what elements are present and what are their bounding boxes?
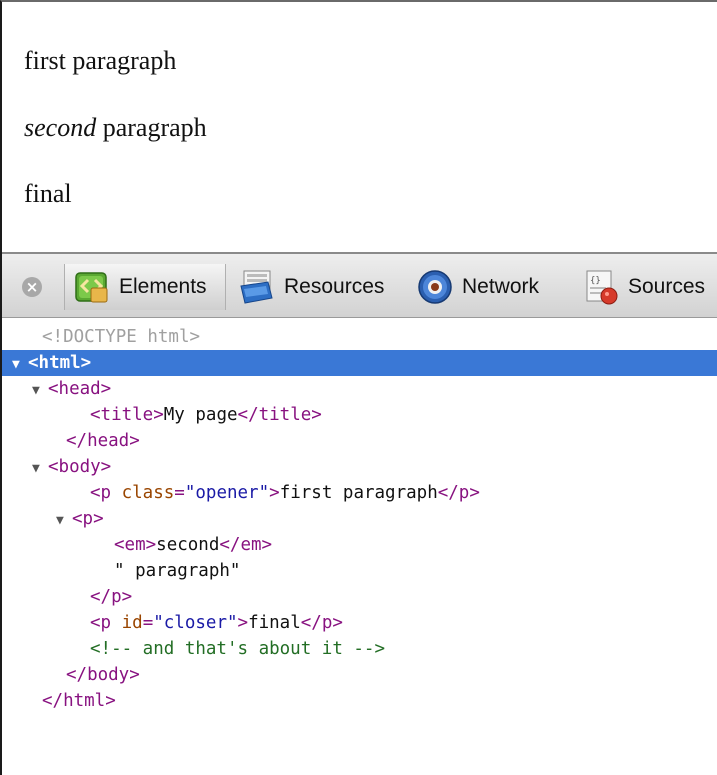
html-open-tag: <html> xyxy=(28,353,92,373)
tree-node-head[interactable]: ▼ <head> xyxy=(2,376,717,402)
tree-node-head-close[interactable]: </head> xyxy=(2,428,717,454)
body-close-tag: </body> xyxy=(66,665,140,685)
elements-icon xyxy=(73,268,111,306)
expand-triangle-icon[interactable]: ▼ xyxy=(56,508,72,534)
doctype-text: <!DOCTYPE html> xyxy=(42,327,201,347)
head-open-tag: <head> xyxy=(48,379,112,399)
tree-node-doctype[interactable]: <!DOCTYPE html> xyxy=(2,324,717,350)
attr-name: id xyxy=(121,613,143,633)
tab-sources[interactable]: {} Sources xyxy=(582,264,705,310)
title-text: My page xyxy=(163,405,238,425)
first-paragraph: first paragraph xyxy=(24,46,177,75)
body-open-tag: <body> xyxy=(48,457,112,477)
tree-node-body-close[interactable]: </body> xyxy=(2,662,717,688)
tree-node-comment[interactable]: <!-- and that's about it --> xyxy=(2,636,717,662)
p-open-tag: <p xyxy=(90,613,122,633)
second-paragraph-rest: paragraph xyxy=(96,113,207,142)
browser-window: first paragraph second paragraph final ×… xyxy=(0,0,717,775)
html-close-tag: </html> xyxy=(42,691,116,711)
expand-triangle-icon[interactable]: ▼ xyxy=(12,352,28,378)
second-paragraph: second paragraph xyxy=(24,113,207,143)
attr-equals: = xyxy=(142,613,154,633)
p-open-tag: <p> xyxy=(72,509,104,529)
tab-elements[interactable]: Elements xyxy=(64,264,226,310)
sources-icon: {} xyxy=(582,268,620,306)
p-open-tag: <p xyxy=(90,483,122,503)
network-icon xyxy=(416,268,454,306)
p-text: first paragraph xyxy=(279,483,438,503)
tab-sources-label: Sources xyxy=(628,275,706,298)
title-close-tag: </title> xyxy=(237,405,322,425)
tree-node-p-opener[interactable]: <p class="opener">first paragraph</p> xyxy=(2,480,717,506)
tree-node-html[interactable]: ▼ <html> xyxy=(2,350,717,376)
em-close-tag: </em> xyxy=(219,535,273,555)
tree-node-p-closer[interactable]: <p id="closer">final</p> xyxy=(2,610,717,636)
tab-resources-label: Resources xyxy=(284,275,385,298)
head-close-tag: </head> xyxy=(66,431,140,451)
p-open-tag-end: > xyxy=(237,613,249,633)
tree-node-html-close[interactable]: </html> xyxy=(2,688,717,714)
second-emphasis: second xyxy=(24,113,97,142)
attr-name: class xyxy=(121,483,175,503)
text-node: " paragraph" xyxy=(114,561,241,581)
expand-triangle-icon[interactable]: ▼ xyxy=(32,456,48,482)
p-close-tag: </p> xyxy=(437,483,480,503)
tree-node-p-second-close[interactable]: </p> xyxy=(2,584,717,610)
final-paragraph: final xyxy=(24,179,72,208)
p-open-tag-end: > xyxy=(269,483,280,503)
comment-text: <!-- and that's about it --> xyxy=(90,639,386,659)
attr-value: "closer" xyxy=(153,613,238,633)
tab-network[interactable]: Network xyxy=(416,264,539,310)
tree-node-em[interactable]: <em>second</em> xyxy=(2,532,717,558)
svg-text:{}: {} xyxy=(590,276,601,286)
attr-equals: = xyxy=(174,483,185,503)
p-close-tag: </p> xyxy=(90,587,133,607)
tree-node-text[interactable]: " paragraph" xyxy=(2,558,717,584)
tab-elements-label: Elements xyxy=(119,275,207,298)
tab-network-label: Network xyxy=(462,275,540,298)
tree-node-p-second[interactable]: ▼ <p> xyxy=(2,506,717,532)
page-viewport: first paragraph second paragraph final xyxy=(2,2,717,252)
tree-node-title[interactable]: <title>My page</title> xyxy=(2,402,717,428)
p-close-tag: </p> xyxy=(300,613,343,633)
title-open-tag: <title> xyxy=(90,405,164,425)
dom-tree: <!DOCTYPE html> ▼ <html> ▼ <head> <title>M… xyxy=(2,320,717,775)
resources-icon xyxy=(238,268,276,306)
em-text: second xyxy=(156,535,220,555)
em-open-tag: <em> xyxy=(114,535,157,555)
attr-value: "opener" xyxy=(184,483,270,503)
tab-resources[interactable]: Resources xyxy=(238,264,384,310)
expand-triangle-icon[interactable]: ▼ xyxy=(32,378,48,404)
close-devtools-button[interactable]: × xyxy=(22,277,42,297)
p-text: final xyxy=(248,613,301,633)
devtools-toolbar: × Elements Resources Network {} Sources xyxy=(2,252,717,318)
tree-node-body[interactable]: ▼ <body> xyxy=(2,454,717,480)
